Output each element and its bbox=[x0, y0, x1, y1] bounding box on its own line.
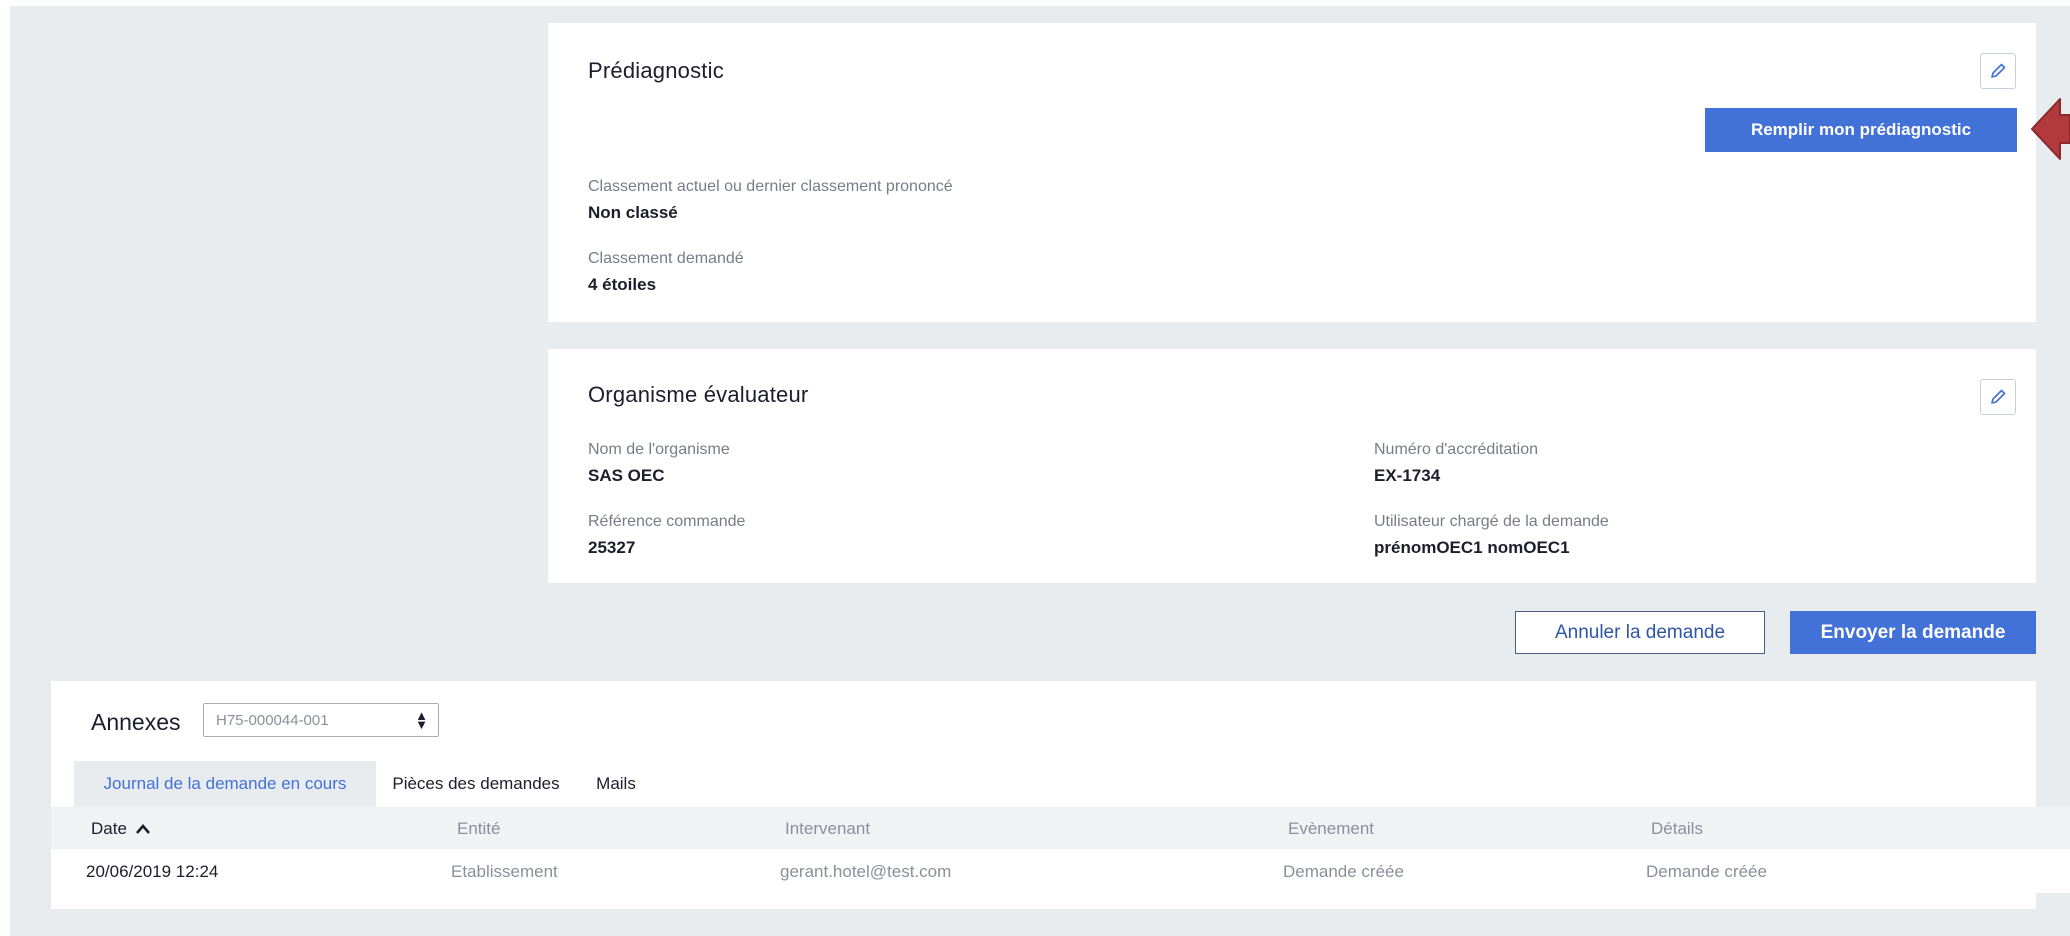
requested-classification-value: 4 étoiles bbox=[588, 275, 657, 294]
request-select[interactable]: H75-000044-001 ▲ ▼ bbox=[203, 703, 439, 737]
send-request-button[interactable]: Envoyer la demande bbox=[1790, 611, 2036, 654]
current-classification-value: Non classé bbox=[588, 203, 678, 222]
table-row: 20/06/2019 12:24 Etablissement gerant.ho… bbox=[51, 849, 2070, 893]
assigned-user-label: Utilisateur chargé de la demande bbox=[1374, 513, 1609, 530]
column-header-event[interactable]: Evènement bbox=[1288, 819, 1374, 839]
evaluator-title: Organisme évaluateur bbox=[588, 382, 809, 407]
tab-journal-label: Journal de la demande en cours bbox=[103, 774, 347, 793]
tab-journal[interactable]: Journal de la demande en cours bbox=[74, 761, 376, 807]
organisation-name-value: SAS OEC bbox=[588, 466, 665, 485]
order-reference-value: 25327 bbox=[588, 538, 636, 557]
column-header-entity[interactable]: Entité bbox=[457, 819, 500, 839]
pencil-icon bbox=[1991, 389, 2006, 404]
organisation-name-label: Nom de l'organisme bbox=[588, 441, 730, 458]
select-caret-icon: ▲ ▼ bbox=[415, 708, 428, 732]
cell-participant: gerant.hotel@test.com bbox=[780, 862, 952, 881]
prediagnostic-title: Prédiagnostic bbox=[588, 58, 724, 83]
requested-classification-label: Classement demandé bbox=[588, 250, 744, 267]
annexes-title: Annexes bbox=[91, 709, 181, 735]
tab-pieces[interactable]: Pièces des demandes bbox=[376, 761, 576, 807]
cell-date: 20/06/2019 12:24 bbox=[86, 862, 219, 881]
pencil-icon bbox=[1991, 63, 2006, 78]
order-reference-label: Référence commande bbox=[588, 513, 746, 530]
column-header-date[interactable]: Date bbox=[91, 819, 151, 839]
column-header-date-label: Date bbox=[91, 819, 127, 838]
accreditation-number-label: Numéro d'accréditation bbox=[1374, 441, 1539, 458]
tab-mails-label: Mails bbox=[596, 774, 636, 793]
sort-ascending-icon bbox=[135, 824, 150, 834]
tab-pieces-label: Pièces des demandes bbox=[392, 774, 560, 793]
column-header-participant[interactable]: Intervenant bbox=[785, 819, 870, 839]
current-classification-label: Classement actuel ou dernier classement … bbox=[588, 178, 953, 195]
prediagnostic-card: Prédiagnostic Remplir mon prédiagnostic … bbox=[548, 23, 2036, 322]
fill-prediagnostic-button[interactable]: Remplir mon prédiagnostic bbox=[1705, 108, 2017, 152]
prediagnostic-edit-button[interactable] bbox=[1980, 53, 2016, 89]
cell-details: Demande créée bbox=[1646, 862, 1767, 881]
callout-arrow-icon bbox=[2031, 98, 2070, 160]
assigned-user-value: prénomOEC1 nomOEC1 bbox=[1374, 538, 1570, 557]
tab-mails[interactable]: Mails bbox=[576, 761, 656, 807]
evaluator-card: Organisme évaluateur Nom de l'organisme … bbox=[548, 349, 2036, 583]
annexes-panel: Annexes H75-000044-001 ▲ ▼ Journal de la … bbox=[51, 681, 2070, 909]
cell-entity: Etablissement bbox=[451, 862, 558, 881]
table-header: Date Entité Intervenant Evènement Détail… bbox=[51, 807, 2070, 849]
cell-event: Demande créée bbox=[1283, 862, 1404, 881]
cancel-request-button[interactable]: Annuler la demande bbox=[1515, 611, 1765, 654]
request-select-value: H75-000044-001 bbox=[216, 711, 329, 729]
evaluator-edit-button[interactable] bbox=[1980, 379, 2016, 415]
accreditation-number-value: EX-1734 bbox=[1374, 466, 1441, 485]
column-header-details[interactable]: Détails bbox=[1651, 819, 1703, 839]
